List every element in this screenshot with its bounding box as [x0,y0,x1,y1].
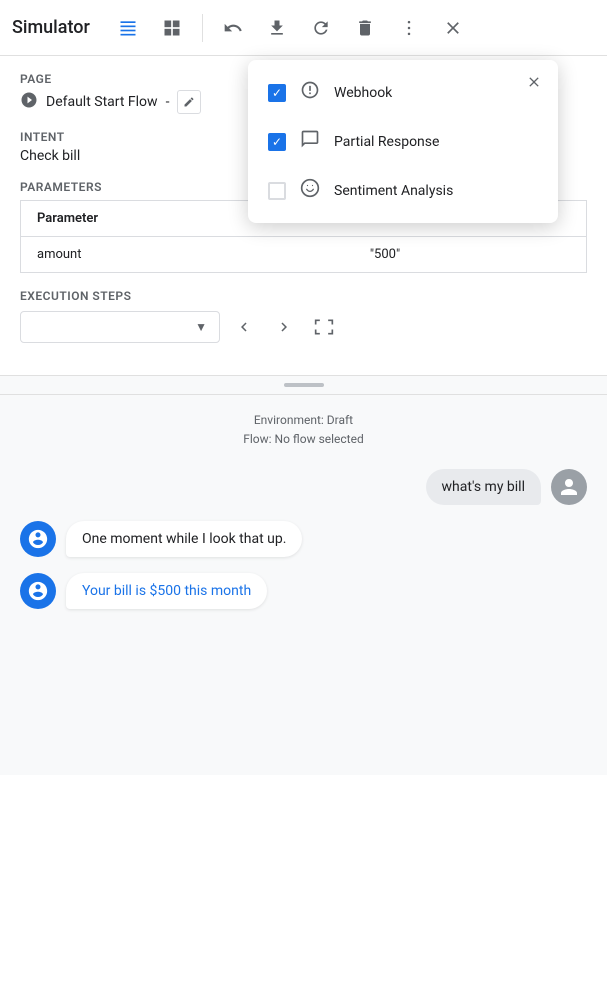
toolbar: Simulator [0,0,607,56]
webhook-label: Webhook [334,85,392,101]
refresh-button[interactable] [303,10,339,46]
panel-divider[interactable] [0,375,607,395]
execution-row: ▼ [20,311,587,343]
sentiment_analysis-icon [300,178,320,203]
flow-icon [20,91,38,114]
bot-bubble: Your bill is $500 this month [66,573,267,609]
value-cell: "500" [354,237,587,273]
chevron-down-icon: ▼ [195,320,207,334]
more-button[interactable] [391,10,427,46]
checkbox-webhook[interactable]: ✓ [268,84,286,102]
close-button[interactable] [435,10,471,46]
next-step-button[interactable] [268,311,300,343]
delete-button[interactable] [347,10,383,46]
bot-avatar [20,521,56,557]
param-cell: amount [21,237,354,273]
flow-separator: - [166,94,170,110]
toolbar-divider-1 [202,14,203,42]
environment-info: Environment: Draft Flow: No flow selecte… [20,411,587,449]
partial_response-icon [300,129,320,154]
feature-dropdown: ✓ Webhook ✓ Partial Response Sentiment A… [248,60,558,223]
divider-handle [284,383,324,387]
user-avatar [551,469,587,505]
list-view-button[interactable] [110,10,146,46]
env-line2: Flow: No flow selected [20,430,587,449]
prev-step-button[interactable] [228,311,260,343]
download-button[interactable] [259,10,295,46]
dropdown-item-webhook[interactable]: ✓ Webhook [248,68,558,117]
bot-avatar [20,573,56,609]
app-title: Simulator [12,17,90,38]
focus-step-button[interactable] [308,311,340,343]
bot-bubble: One moment while I look that up. [66,521,302,557]
webhook-icon [300,80,320,105]
user-message-row: what's my bill [20,469,587,505]
dropdown-item-partial_response[interactable]: ✓ Partial Response [248,117,558,166]
simulator-panel: Environment: Draft Flow: No flow selecte… [0,395,607,775]
bot-message-row: One moment while I look that up. [20,521,587,557]
undo-button[interactable] [215,10,251,46]
dropdown-close-button[interactable] [520,68,548,96]
dropdown-item-sentiment_analysis[interactable]: Sentiment Analysis [248,166,558,215]
sentiment_analysis-label: Sentiment Analysis [334,183,453,199]
checkbox-partial_response[interactable]: ✓ [268,133,286,151]
user-bubble: what's my bill [426,469,541,505]
flow-edit-button[interactable] [177,90,201,114]
execution-section: Execution steps ▼ [20,289,587,343]
env-line1: Environment: Draft [20,411,587,430]
flow-name: Default Start Flow [46,94,158,110]
partial_response-label: Partial Response [334,134,439,150]
bot-message-row: Your bill is $500 this month [20,573,587,609]
execution-section-label: Execution steps [20,289,587,303]
grid-view-button[interactable] [154,10,190,46]
table-row: amount "500" [21,237,587,273]
chat-area: what's my bill One moment while I look t… [20,469,587,609]
checkbox-sentiment_analysis[interactable] [268,182,286,200]
execution-dropdown[interactable]: ▼ [20,311,220,343]
